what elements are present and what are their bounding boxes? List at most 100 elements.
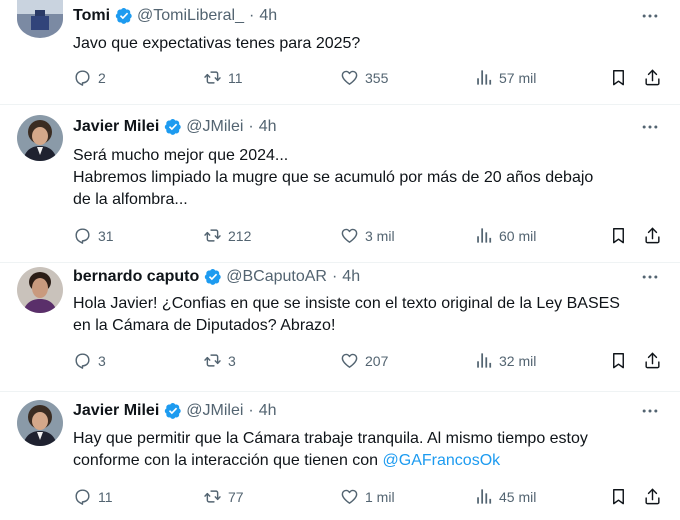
bookmark-button[interactable] [609, 226, 628, 245]
more-icon[interactable] [640, 267, 660, 287]
avatar[interactable] [17, 400, 63, 446]
reply-button[interactable]: 11 [73, 487, 113, 506]
retweet-icon [203, 226, 222, 245]
separator-dot: · [248, 7, 255, 24]
display-name[interactable]: Tomi [73, 7, 110, 25]
more-icon[interactable] [640, 117, 660, 137]
verified-badge-icon [164, 118, 182, 136]
bookmark-icon [609, 351, 628, 370]
share-icon [643, 226, 662, 245]
like-button[interactable]: 3 mil [340, 226, 395, 245]
reply-count: 31 [98, 227, 114, 244]
views-icon [474, 68, 493, 87]
reply-button[interactable]: 2 [73, 68, 106, 87]
like-icon [340, 487, 359, 506]
views-button[interactable]: 60 mil [474, 226, 536, 245]
bookmark-icon [609, 68, 628, 87]
more-icon[interactable] [640, 6, 660, 26]
tweet-text: Hola Javier! ¿Confias en que se insiste … [73, 293, 663, 337]
tweet-text: Será mucho mejor que 2024... Habremos li… [73, 145, 663, 211]
tweet-text-segment: conforme con la interacción que tienen c… [73, 452, 383, 469]
timestamp[interactable]: 4h [342, 268, 360, 286]
retweet-button[interactable]: 11 [203, 68, 243, 87]
views-count: 32 mil [499, 352, 537, 369]
display-name[interactable]: Javier Milei [73, 118, 159, 136]
share-button[interactable] [643, 226, 662, 245]
reply-icon [73, 351, 92, 370]
separator-dot: · [331, 268, 338, 285]
views-button[interactable]: 57 mil [474, 68, 536, 87]
timestamp[interactable]: 4h [259, 402, 277, 420]
views-icon [474, 487, 493, 506]
tweet[interactable]: Javier Milei @JMilei · 4h Hay que permit… [0, 392, 680, 520]
like-icon [340, 226, 359, 245]
share-icon [643, 487, 662, 506]
reply-count: 2 [98, 69, 106, 86]
retweet-count: 11 [228, 69, 243, 86]
retweet-button[interactable]: 77 [203, 487, 244, 506]
timestamp[interactable]: 4h [259, 118, 277, 136]
retweet-icon [203, 487, 222, 506]
display-name[interactable]: bernardo caputo [73, 268, 199, 286]
like-count: 3 mil [365, 227, 395, 244]
avatar[interactable] [17, 115, 63, 161]
mention-link[interactable]: @GAFrancosOk [383, 452, 501, 469]
bookmark-button[interactable] [609, 351, 628, 370]
tweet-text: Javo que expectativas tenes para 2025? [73, 33, 663, 55]
action-bar: 3 3 207 32 mil [0, 351, 680, 373]
views-count: 60 mil [499, 227, 537, 244]
like-count: 207 [365, 352, 389, 369]
views-count: 57 mil [499, 69, 537, 86]
reply-icon [73, 226, 92, 245]
tweet-text-line: Habremos limpiado la mugre que se acumul… [73, 169, 594, 186]
like-button[interactable]: 1 mil [340, 487, 395, 506]
like-icon [340, 351, 359, 370]
bookmark-button[interactable] [609, 68, 628, 87]
share-icon [643, 351, 662, 370]
tweet[interactable]: Javier Milei @JMilei · 4h Será mucho mej… [0, 105, 680, 262]
retweet-icon [203, 351, 222, 370]
reply-icon [73, 487, 92, 506]
avatar[interactable] [17, 0, 63, 38]
share-button[interactable] [643, 68, 662, 87]
retweet-button[interactable]: 3 [203, 351, 236, 370]
avatar[interactable] [17, 267, 63, 313]
reply-icon [73, 68, 92, 87]
reply-count: 3 [98, 352, 106, 369]
handle[interactable]: @BCaputoAR [226, 268, 327, 286]
action-bar: 2 11 355 57 mil [0, 68, 680, 90]
bookmark-button[interactable] [609, 487, 628, 506]
views-icon [474, 351, 493, 370]
reply-button[interactable]: 31 [73, 226, 114, 245]
verified-badge-icon [115, 7, 133, 25]
tweet[interactable]: Tomi @TomiLiberal_ · 4h Javo que expecta… [0, 0, 680, 104]
views-button[interactable]: 32 mil [474, 351, 536, 370]
views-button[interactable]: 45 mil [474, 487, 536, 506]
tweet-text-line: Javo que expectativas tenes para 2025? [73, 35, 361, 52]
tweet-text-line: Hay que permitir que la Cámara trabaje t… [73, 430, 588, 447]
timestamp[interactable]: 4h [259, 7, 277, 25]
share-button[interactable] [643, 487, 662, 506]
separator-dot: · [248, 402, 254, 419]
like-count: 355 [365, 69, 389, 86]
retweet-button[interactable]: 212 [203, 226, 251, 245]
tweet-text-line: Hola Javier! ¿Confias en que se insiste … [73, 295, 620, 312]
action-bar: 31 212 3 mil 60 mil [0, 226, 680, 248]
tweet[interactable]: bernardo caputo @BCaputoAR · 4h Hola Jav… [0, 263, 680, 391]
like-button[interactable]: 207 [340, 351, 388, 370]
retweet-icon [203, 68, 222, 87]
reply-button[interactable]: 3 [73, 351, 106, 370]
display-name[interactable]: Javier Milei [73, 402, 159, 420]
handle[interactable]: @JMilei [186, 402, 243, 420]
like-button[interactable]: 355 [340, 68, 388, 87]
handle[interactable]: @TomiLiberal_ [137, 7, 244, 25]
tweet-text-line: de la alfombra... [73, 191, 188, 208]
share-button[interactable] [643, 351, 662, 370]
handle[interactable]: @JMilei [186, 118, 243, 136]
like-count: 1 mil [365, 488, 395, 505]
share-icon [643, 68, 662, 87]
retweet-count: 3 [228, 352, 236, 369]
like-icon [340, 68, 359, 87]
more-icon[interactable] [640, 401, 660, 421]
retweet-count: 212 [228, 227, 252, 244]
